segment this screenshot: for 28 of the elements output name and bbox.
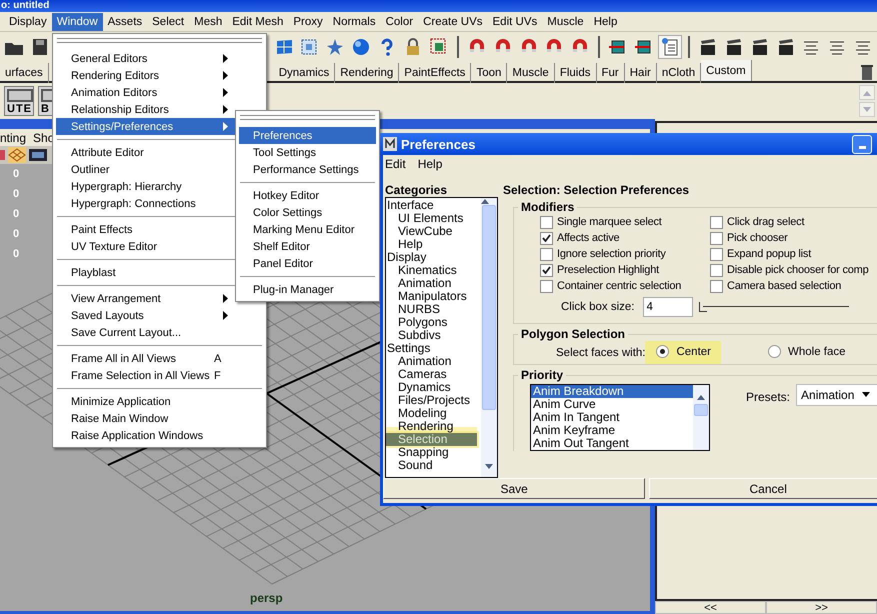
checkbox-label: Affects active	[557, 232, 620, 244]
hud-value: 0	[13, 188, 20, 201]
hud-value: 0	[13, 228, 20, 241]
group-title: Polygon Selection	[520, 327, 626, 341]
radio-label: Whole face	[788, 346, 846, 358]
checkbox-label: Camera based selection	[727, 280, 842, 292]
field-label: Click box size:	[561, 301, 634, 313]
group-title: Modifiers	[520, 200, 576, 214]
checkbox-label: Container centric selection	[557, 280, 682, 292]
presets-label: Presets:	[746, 390, 790, 404]
dialog-title: Preferences	[401, 136, 476, 152]
section-heading: Selection: Selection Preferences	[503, 183, 690, 197]
field-label: Select faces with:	[556, 346, 646, 358]
hud-value: 0	[13, 208, 20, 221]
window-title: o: untitled	[1, 0, 50, 12]
categories-label: Categories	[385, 183, 448, 197]
checkbox-label: Pick chooser	[727, 232, 788, 244]
radio-label: Center	[676, 346, 712, 358]
checkbox-label: Single marquee select	[557, 216, 662, 228]
camera-label: persp	[250, 591, 284, 605]
group-title: Priority	[520, 368, 564, 382]
hud-value: 0	[13, 168, 20, 181]
checkbox-label: Preselection Highlight	[557, 264, 659, 276]
checkbox-label: Click drag select	[727, 216, 804, 228]
hud-value: 0	[13, 248, 20, 261]
checkbox-label: Expand popup list	[727, 248, 812, 260]
checkbox-label: Disable pick chooser for comp	[727, 264, 869, 276]
checkbox-label: Ignore selection priority	[557, 248, 666, 260]
